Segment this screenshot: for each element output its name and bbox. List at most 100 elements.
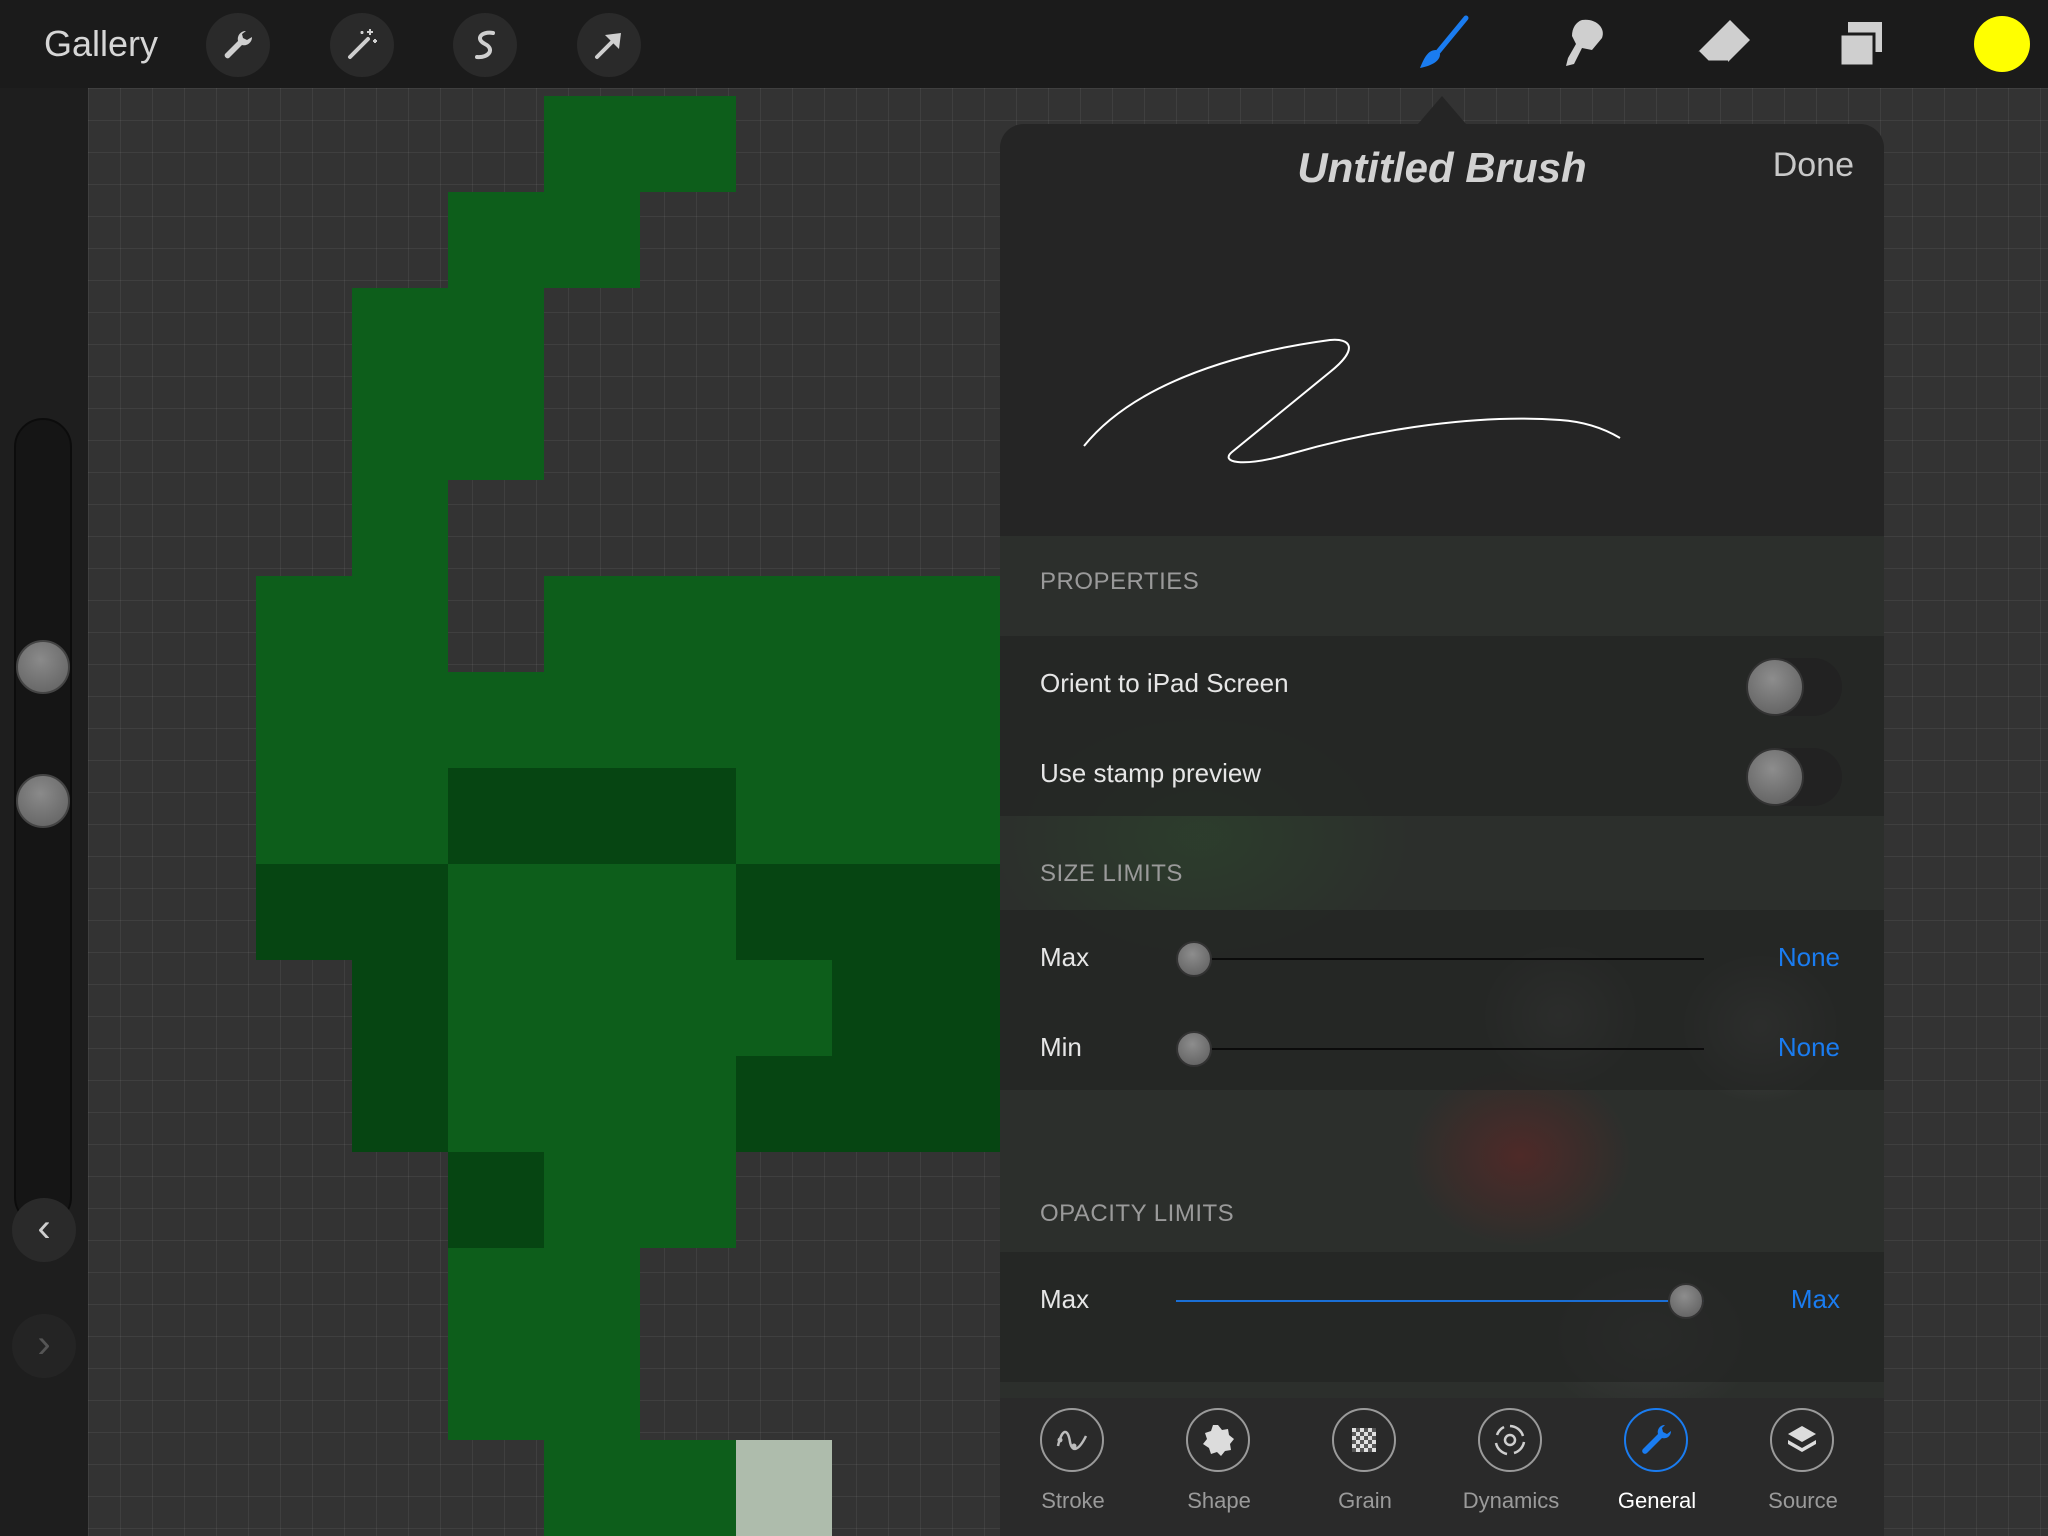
redo-button[interactable]: › [12, 1314, 76, 1378]
chevron-right-icon: › [37, 1322, 51, 1366]
tab-stroke[interactable]: Stroke [1000, 1408, 1146, 1536]
done-button[interactable]: Done [1773, 146, 1854, 185]
brush-panel-header: Untitled Brush Done [1000, 124, 1884, 536]
size-max-slider[interactable] [1176, 941, 1704, 977]
toggle-knob [1746, 658, 1804, 716]
wrench-icon [224, 30, 253, 59]
brush-title[interactable]: Untitled Brush [1000, 144, 1884, 192]
stroke-icon [1056, 1430, 1088, 1450]
source-icon [1788, 1426, 1816, 1452]
pixel-block-dark [736, 864, 1000, 960]
tab-label: General [1617, 1488, 1697, 1513]
tab-label: Dynamics [1462, 1488, 1560, 1513]
size-limits-group: Max None Min None [1000, 910, 1884, 1090]
stamp-preview-toggle[interactable] [1746, 748, 1842, 806]
general-wrench-icon [1642, 1424, 1672, 1454]
pixel-block-dark [736, 1056, 832, 1152]
tab-icon-circle [1770, 1408, 1834, 1472]
size-min-slider[interactable] [1176, 1031, 1704, 1067]
tab-source[interactable]: Source [1730, 1408, 1876, 1536]
selection-button[interactable] [453, 13, 517, 77]
adjustments-button[interactable] [330, 13, 394, 77]
pixel-block [448, 1056, 736, 1152]
brush-size-slider-knob[interactable] [16, 640, 70, 694]
orient-to-screen-toggle[interactable] [1746, 658, 1842, 716]
stroke-preview [1083, 338, 1621, 464]
tab-icon-circle [1478, 1408, 1542, 1472]
tab-label: Source [1768, 1488, 1838, 1513]
smudge-icon [1566, 19, 1603, 66]
properties-group: Orient to iPad Screen Use stamp preview [1000, 636, 1884, 816]
chevron-left-icon: ‹ [37, 1206, 51, 1250]
brush-icon [1420, 15, 1469, 68]
transform-arrow-icon [595, 33, 621, 59]
pixel-block [352, 480, 448, 576]
pixel-block-dark [832, 960, 1000, 1152]
pixel-block [736, 768, 1000, 864]
tab-label: Stroke [1041, 1488, 1105, 1513]
selection-icon [475, 30, 495, 60]
size-max-value[interactable]: None [1778, 942, 1840, 973]
slider-knob[interactable] [1176, 941, 1212, 977]
tab-shape[interactable]: Shape [1146, 1408, 1292, 1536]
layers-icon [1838, 22, 1882, 68]
pixel-block [544, 1440, 736, 1536]
pixel-block-dark [256, 864, 448, 960]
opacity-max-slider[interactable] [1176, 1283, 1704, 1319]
opacity-slider-knob[interactable] [16, 774, 70, 828]
pixel-block [544, 1152, 736, 1248]
pixel-block [256, 768, 448, 864]
pixel-block [448, 1248, 640, 1440]
undo-button[interactable]: ‹ [12, 1198, 76, 1262]
tab-icon-circle [1040, 1408, 1104, 1472]
left-sidebar: ‹ › [0, 88, 88, 1536]
slider-knob[interactable] [1668, 1283, 1704, 1319]
opacity-limits-group: Max Max [1000, 1252, 1884, 1382]
pixel-block-dark [448, 1152, 544, 1248]
slider-knob[interactable] [1176, 1031, 1212, 1067]
tab-label: Shape [1187, 1488, 1251, 1513]
actions-button[interactable] [206, 13, 270, 77]
brush-settings-tabs: Stroke Shape Grain Dynamics General Sour… [1000, 1398, 1884, 1536]
toggle-knob [1746, 748, 1804, 806]
layers-button[interactable] [1832, 14, 1892, 74]
orient-to-screen-label: Orient to iPad Screen [1040, 668, 1289, 698]
tab-icon-circle [1332, 1408, 1396, 1472]
pixel-block [352, 288, 544, 480]
transform-button[interactable] [577, 13, 641, 77]
brush-settings-panel: Untitled Brush Done PROPERTIES Orient to… [1000, 124, 1884, 1536]
size-min-value[interactable]: None [1778, 1032, 1840, 1063]
gallery-button[interactable]: Gallery [44, 22, 158, 66]
tab-icon-circle [1186, 1408, 1250, 1472]
tab-dynamics[interactable]: Dynamics [1438, 1408, 1584, 1536]
pixel-block [256, 672, 1000, 768]
pixel-block [448, 192, 640, 288]
pixel-block [544, 96, 736, 192]
pixel-block [544, 576, 1000, 672]
brush-panel-body: PROPERTIES Orient to iPad Screen Use sta… [1000, 536, 1884, 1536]
size-max-label: Max [1040, 942, 1090, 972]
pixel-block-dark [448, 768, 736, 864]
opacity-limits-heading: OPACITY LIMITS [1040, 1200, 1235, 1227]
grain-icon [1352, 1428, 1376, 1452]
opacity-max-value[interactable]: Max [1791, 1284, 1840, 1315]
smudge-tool-button[interactable] [1552, 14, 1612, 74]
size-min-label: Min [1040, 1032, 1082, 1062]
pixel-block [736, 960, 832, 1056]
pixel-block-dark [352, 960, 448, 1152]
tab-icon-circle [1624, 1408, 1688, 1472]
pixel-block [256, 576, 448, 672]
eraser-tool-button[interactable] [1694, 14, 1754, 74]
properties-heading: PROPERTIES [1040, 568, 1200, 595]
brush-tool-button[interactable] [1414, 14, 1474, 74]
tab-grain[interactable]: Grain [1292, 1408, 1438, 1536]
tab-general[interactable]: General [1584, 1408, 1730, 1536]
pixel-block-light [736, 1440, 832, 1536]
pixel-block [448, 864, 736, 1056]
size-limits-heading: SIZE LIMITS [1040, 860, 1183, 887]
magic-wand-icon [348, 29, 377, 59]
opacity-max-label: Max [1040, 1284, 1090, 1314]
shape-icon [1203, 1425, 1234, 1456]
stamp-preview-label: Use stamp preview [1040, 758, 1262, 788]
color-picker-button[interactable] [1974, 16, 2030, 72]
